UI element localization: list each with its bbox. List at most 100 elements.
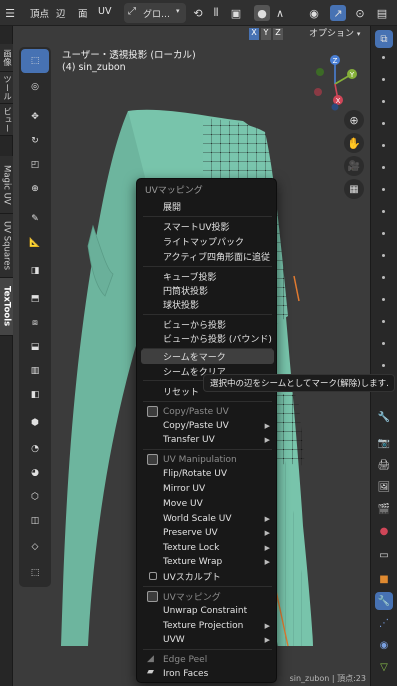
collection-icon[interactable]: ▭ xyxy=(375,546,393,564)
camera-icon[interactable]: 🎥 xyxy=(344,156,364,176)
tool-props-icon[interactable]: 🔧 xyxy=(375,408,393,426)
world-icon[interactable]: ● xyxy=(375,522,393,540)
options-dropdown[interactable]: オプション ▾ xyxy=(309,26,360,39)
extrude-icon[interactable]: ⬒ xyxy=(21,287,49,311)
smooth-icon[interactable]: ◕ xyxy=(21,461,49,485)
gizmo-toggle-icon[interactable]: ↗ xyxy=(330,5,346,21)
menu-vertex[interactable]: 頂点 xyxy=(30,6,49,20)
scene-icon[interactable]: 🎬 xyxy=(375,500,393,518)
move-icon[interactable]: ✥ xyxy=(21,105,49,129)
particles-icon[interactable]: ⋰ xyxy=(375,614,393,632)
menu-item-copy-paste-uv[interactable]: Copy/Paste UV ▶ xyxy=(141,418,274,433)
navigation-gizmo[interactable]: Z Y X xyxy=(308,52,362,112)
modifier-wrench-icon[interactable]: 🔧 xyxy=(375,592,393,610)
scale-icon[interactable]: ◰ xyxy=(21,153,49,177)
menu-item-world-scale-uv[interactable]: World Scale UV ▶ xyxy=(141,511,274,526)
uv-sculpt-checkbox[interactable] xyxy=(149,572,157,580)
menu-item-mirror-uv[interactable]: Mirror UV xyxy=(141,481,274,496)
menu-item-uvw[interactable]: UVW ▶ xyxy=(141,632,274,647)
chevron-down-icon: ▾ xyxy=(176,7,180,15)
outliner-dot xyxy=(382,100,385,103)
falloff-icon[interactable]: ∧ xyxy=(272,5,288,21)
menu-face[interactable]: 面 xyxy=(78,6,88,20)
render-icon[interactable]: 📷 xyxy=(375,434,393,452)
bevel-icon[interactable]: ⬓ xyxy=(21,335,49,359)
shear-icon[interactable]: ◇ xyxy=(21,535,49,559)
xray-icon[interactable]: ▤ xyxy=(374,5,390,21)
shrink-fatten-icon[interactable]: ◫ xyxy=(21,509,49,533)
outliner-dot xyxy=(382,166,385,169)
menu-item-unwrap[interactable]: 展開 xyxy=(141,199,274,214)
menu-item-cylinder-projection[interactable]: 円筒状投影 xyxy=(141,283,274,298)
addon-icon xyxy=(147,591,158,602)
menu-item-follow-active-quads[interactable]: アクティブ四角形面に追従 xyxy=(141,249,274,264)
menu-item-flip-rotate-uv[interactable]: Flip/Rotate UV xyxy=(141,466,274,481)
output-icon[interactable]: 🖨 xyxy=(375,456,393,474)
loop-cut-icon[interactable]: ▥ xyxy=(21,359,49,383)
menu-item-unwrap-constraint[interactable]: Unwrap Constraint xyxy=(141,603,274,618)
menu-toggle-icon[interactable]: ☰ xyxy=(2,5,18,21)
annotate-icon[interactable]: ✎ xyxy=(21,207,49,231)
rip-region-icon[interactable]: ⬚ xyxy=(21,561,49,585)
menu-item-transfer-uv[interactable]: Transfer UV ▶ xyxy=(141,432,274,447)
pivot-icon[interactable]: ⟲ xyxy=(190,5,206,21)
outliner-dot xyxy=(382,122,385,125)
menu-item-move-uv[interactable]: Move UV xyxy=(141,496,274,511)
tab-textools[interactable]: TexTools xyxy=(0,278,13,336)
snap-icon[interactable]: ⦀ xyxy=(208,5,224,21)
measure-icon[interactable]: 📐 xyxy=(21,231,49,255)
menu-item-project-from-view[interactable]: ビューから投影 xyxy=(141,317,274,332)
svg-text:Z: Z xyxy=(333,57,338,65)
proportional-edit-icon[interactable]: ● xyxy=(254,5,270,21)
menu-item-mark-seam[interactable]: シームをマーク xyxy=(141,349,274,364)
pan-hand-icon[interactable]: ✋ xyxy=(344,133,364,153)
axis-x-button[interactable]: X xyxy=(249,28,259,40)
menu-item-texture-projection[interactable]: Texture Projection ▶ xyxy=(141,618,274,633)
menu-item-preserve-uv[interactable]: Preserve UV ▶ xyxy=(141,525,274,540)
submenu-arrow-icon: ▶ xyxy=(264,528,270,537)
tab-view[interactable]: ビュー xyxy=(0,104,13,136)
tab-magic-uv[interactable]: Magic UV xyxy=(0,156,13,214)
snap-target-icon[interactable]: ▣ xyxy=(228,5,244,21)
rotate-icon[interactable]: ↻ xyxy=(21,129,49,153)
transform-orientation-dropdown[interactable]: ⤢ グロ… ▾ xyxy=(124,3,186,23)
cursor-icon[interactable]: ◎ xyxy=(21,75,49,99)
menu-item-lightmap[interactable]: ライトマップパック xyxy=(141,234,274,249)
poly-build-icon[interactable]: ⬢ xyxy=(21,411,49,435)
menu-item-texture-lock[interactable]: Texture Lock ▶ xyxy=(141,540,274,555)
add-cube-icon[interactable]: ◨ xyxy=(21,259,49,283)
axis-z-button[interactable]: Z xyxy=(273,28,283,40)
menu-uv[interactable]: UV xyxy=(98,6,111,17)
menu-item-edge-peel[interactable]: ◢ Edge Peel xyxy=(141,652,274,667)
menu-item-uv-sculpt[interactable]: UVスカルプト xyxy=(141,569,274,584)
tab-tool[interactable]: ツール xyxy=(0,72,13,104)
data-icon[interactable]: ▽ xyxy=(375,658,393,676)
knife-icon[interactable]: ◧ xyxy=(21,383,49,407)
select-box-icon[interactable]: ⬚ xyxy=(21,49,49,73)
axis-y-button[interactable]: Y xyxy=(261,28,271,40)
object-icon[interactable]: ■ xyxy=(375,570,393,588)
addon-icon xyxy=(147,406,158,417)
physics-icon[interactable]: ◉ xyxy=(375,636,393,654)
zoom-icon[interactable]: ⊕ xyxy=(344,110,364,130)
perspective-grid-icon[interactable]: ▦ xyxy=(344,179,364,199)
overlay-icon[interactable]: ⊙ xyxy=(352,5,368,21)
submenu-arrow-icon: ▶ xyxy=(264,435,270,444)
tab-image[interactable]: 画像 xyxy=(0,44,13,72)
separator xyxy=(143,314,272,315)
tab-uv-squares[interactable]: UV Squares xyxy=(0,214,13,278)
menu-item-texture-wrap[interactable]: Texture Wrap ▶ xyxy=(141,554,274,569)
edge-slide-icon[interactable]: ⬡ xyxy=(21,485,49,509)
outliner-icon[interactable]: ⧉ xyxy=(375,30,393,48)
menu-edge[interactable]: 辺 xyxy=(56,6,66,20)
view-title: ユーザー・透視投影 (ローカル) xyxy=(62,50,196,61)
inset-icon[interactable]: ⧈ xyxy=(21,311,49,335)
view-layer-icon[interactable]: 🖼 xyxy=(375,478,393,496)
menu-item-smart-uv[interactable]: スマートUV投影 xyxy=(141,219,274,234)
visibility-icon[interactable]: ◉ xyxy=(306,5,322,21)
menu-item-project-from-view-bounds[interactable]: ビューから投影 (バウンド) xyxy=(141,331,274,346)
transform-icon[interactable]: ⊕ xyxy=(21,177,49,201)
menu-item-sphere-projection[interactable]: 球状投影 xyxy=(141,297,274,312)
spin-icon[interactable]: ◔ xyxy=(21,437,49,461)
menu-item-cube-projection[interactable]: キューブ投影 xyxy=(141,269,274,284)
